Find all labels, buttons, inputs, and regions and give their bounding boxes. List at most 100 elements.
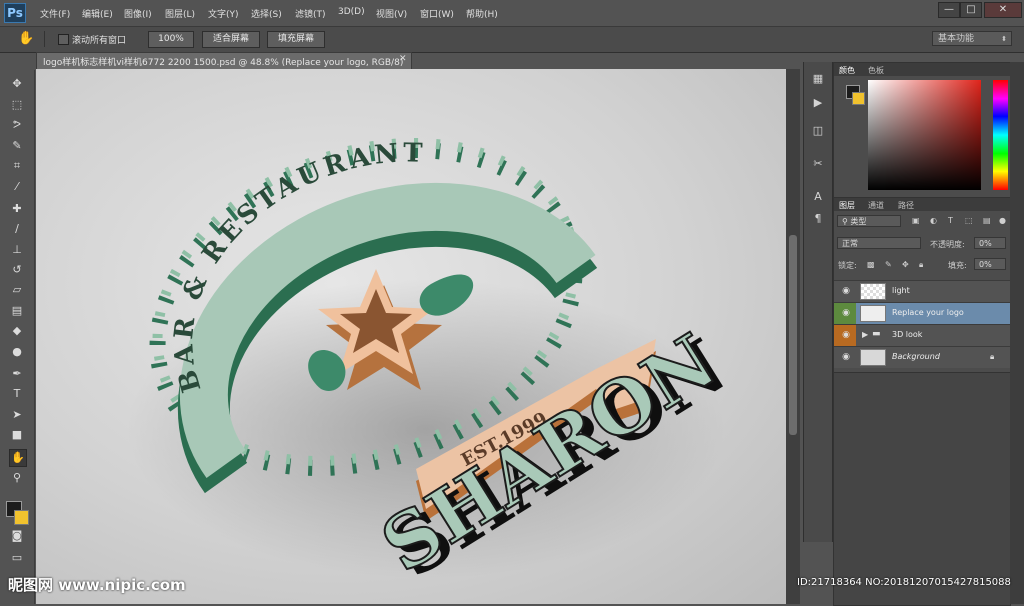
pen-tool-icon[interactable]: ✒ [9,366,25,382]
zoom-100-button[interactable]: 100% [148,31,194,48]
history-panel-icon[interactable]: ▦ [811,72,825,86]
blend-mode-label: 正常 [842,239,858,248]
layer-filter-label: 类型 [850,217,867,226]
filter-shape-icon[interactable]: ⬚ [965,216,973,225]
menu-edit[interactable]: 编辑(E) [82,7,113,20]
menu-image[interactable]: 图像(I) [124,7,152,20]
watermark-left: 昵图网 www.nipic.com [8,576,186,594]
filter-type-icon[interactable]: T [948,216,953,225]
divider [44,31,45,47]
fill-screen-button[interactable]: 填充屏幕 [267,31,325,48]
quick-mask-icon[interactable]: ◙ [9,528,25,544]
menu-help[interactable]: 帮助(H) [466,7,498,20]
tab-paths[interactable]: 路径 [898,200,914,211]
eye-icon[interactable]: ◉ [839,352,853,363]
layer-row-replace-logo[interactable]: ◉ Replace your logo [834,302,1010,324]
filter-smart-icon[interactable]: ▤ [983,216,991,225]
document-tab[interactable]: logo样机标志样机vi样机6772 2200 1500.psd @ 48.8%… [36,52,412,70]
color-picker-field[interactable] [868,80,981,190]
marquee-tool-icon[interactable]: ⬚ [9,97,25,113]
character-panel-icon[interactable]: A [811,190,825,204]
document-title: logo样机标志样机vi样机6772 2200 1500.psd @ 48.8%… [43,58,404,68]
eye-icon[interactable]: ◉ [839,308,853,319]
hue-slider[interactable] [993,80,1008,190]
eye-icon[interactable]: ◉ [839,286,853,297]
color-background-swatch[interactable] [852,92,865,105]
filter-toggle-icon[interactable]: ● [999,216,1006,225]
lock-pixels-icon[interactable]: ▩ [867,260,875,269]
blend-mode-select[interactable]: 正常 [837,237,921,249]
menu-window[interactable]: 窗口(W) [420,7,454,20]
menu-filter[interactable]: 滤镜(T) [295,7,326,20]
type-tool-icon[interactable]: T [9,386,25,402]
dodge-tool-icon[interactable]: ● [9,344,25,360]
close-button[interactable]: ✕ [984,2,1022,18]
panel-edge [1010,62,1024,604]
hand-tool-icon[interactable]: ✋ [18,31,34,46]
workspace-select[interactable]: 基本功能 ⬍ [932,31,1012,46]
scroll-all-checkbox[interactable] [58,34,69,45]
filter-pixel-icon[interactable]: ▣ [912,216,920,225]
eye-icon[interactable]: ◉ [839,330,853,341]
brush-presets-icon[interactable]: ✂ [811,157,825,171]
blur-tool-icon[interactable]: ◆ [9,323,25,339]
scrollbar-thumb[interactable] [789,235,797,435]
zoom-tool-icon[interactable]: ⚲ [9,470,25,486]
lock-image-icon[interactable]: ✎ [885,260,892,269]
layers-panel-tabs: 图层 通道 路径 [834,198,1010,211]
menu-type[interactable]: 文字(Y) [208,7,239,20]
document-canvas[interactable]: BAR & RESTAURANT EST.1999 SHARON SHARON [36,69,786,604]
menu-layer[interactable]: 图层(L) [165,7,195,20]
quick-select-tool-icon[interactable]: ✎ [9,138,25,154]
tab-color[interactable]: 颜色 [839,65,855,76]
path-select-tool-icon[interactable]: ➤ [9,407,25,423]
menu-bar: Ps 文件(F) 编辑(E) 图像(I) 图层(L) 文字(Y) 选择(S) 滤… [0,0,1024,25]
gradient-tool-icon[interactable]: ▤ [9,303,25,319]
opacity-input[interactable]: 0% [974,237,1006,249]
close-icon[interactable]: ✕ [399,54,407,64]
fill-input[interactable]: 0% [974,258,1006,270]
tab-swatches[interactable]: 色板 [868,65,884,76]
menu-3d[interactable]: 3D(D) [338,7,365,17]
lasso-tool-icon[interactable]: ᕗ [9,117,25,133]
layer-row-background[interactable]: ◉ Background 🔒︎ [834,346,1010,368]
layers-panel: 图层 通道 路径 ⚲ 类型 ▣ ◐ T ⬚ ▤ ● 正常 不透明度: 0% 锁定… [833,197,1011,374]
move-tool-icon[interactable]: ✥ [9,76,25,92]
brush-tool-icon[interactable]: ∕ [9,221,25,237]
properties-panel-icon[interactable]: ◫ [811,124,825,138]
minimize-button[interactable]: — [938,2,960,18]
options-bar: ✋ 滚动所有窗口 100% 适合屏幕 填充屏幕 基本功能 ⬍ [0,26,1024,53]
actions-play-icon[interactable]: ▶ [811,96,825,110]
paragraph-panel-icon[interactable]: ¶ [811,212,825,226]
menu-view[interactable]: 视图(V) [376,7,407,20]
expand-arrow-icon[interactable]: ▶ [862,330,868,339]
lock-all-icon[interactable]: 🔒︎ [919,260,923,270]
lock-icon: 🔒︎ [990,352,995,361]
layer-thumbnail [860,283,886,300]
hand-tool-icon[interactable]: ✋ [9,449,27,467]
layer-row-light[interactable]: ◉ light [834,280,1010,302]
clone-stamp-tool-icon[interactable]: ⊥ [9,242,25,258]
healing-brush-tool-icon[interactable]: ✚ [9,201,25,217]
eraser-tool-icon[interactable]: ▱ [9,282,25,298]
history-brush-tool-icon[interactable]: ↺ [9,262,25,278]
tab-layers[interactable]: 图层 [839,200,855,211]
photoshop-logo: Ps [4,3,26,23]
layer-name: Background [892,352,940,361]
background-color-swatch[interactable] [14,510,29,525]
layer-filter-select[interactable]: ⚲ 类型 [837,215,901,227]
rectangle-tool-icon[interactable]: ■ [9,427,25,443]
maximize-button[interactable]: □ [960,2,982,18]
lock-position-icon[interactable]: ✥ [902,260,909,269]
tools-panel: ✥ ⬚ ᕗ ✎ ⌗ ⁄ ✚ ∕ ⊥ ↺ ▱ ▤ ◆ ● ✒ T ➤ ■ ✋ ⚲ … [0,70,35,604]
layer-row-3d-look[interactable]: ◉ ▶ ▬ 3D look [834,324,1010,346]
eyedropper-tool-icon[interactable]: ⁄ [9,179,25,195]
filter-adjust-icon[interactable]: ◐ [930,216,937,225]
menu-select[interactable]: 选择(S) [251,7,282,20]
menu-file[interactable]: 文件(F) [40,7,70,20]
screen-mode-icon[interactable]: ▭ [9,550,25,566]
tab-channels[interactable]: 通道 [868,200,884,211]
crop-tool-icon[interactable]: ⌗ [9,158,25,174]
fit-screen-button[interactable]: 适合屏幕 [202,31,260,48]
lock-label: 锁定: [838,261,857,270]
